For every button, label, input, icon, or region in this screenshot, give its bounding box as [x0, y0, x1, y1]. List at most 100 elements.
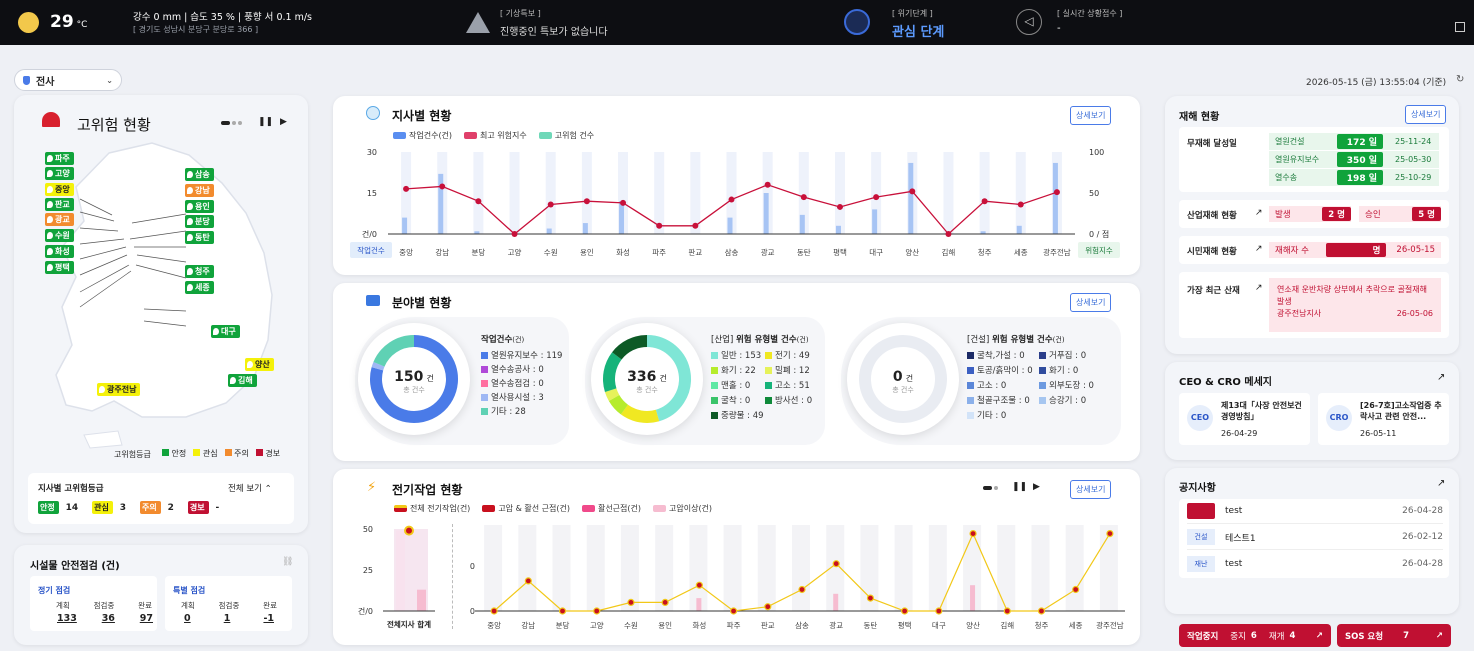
y-tick-left: 50	[363, 525, 373, 534]
refresh-icon[interactable]: ↻	[1456, 74, 1464, 85]
legend-item: 고소 : 0	[967, 379, 1039, 394]
shield-icon	[23, 75, 30, 85]
external-link-icon[interactable]	[1455, 22, 1465, 32]
bar-삼송	[727, 217, 733, 234]
map-marker-대구[interactable]: 대구	[211, 325, 240, 338]
work-stop-button[interactable]: 작업중지 중지 6 재개 4 ↗	[1179, 624, 1331, 647]
map-marker-수원[interactable]: 수원	[45, 229, 74, 242]
pager-dots[interactable]	[983, 486, 998, 490]
notice-item[interactable]: 건설 테스트1 26-02-12	[1187, 525, 1443, 550]
electric-point-광교	[832, 560, 840, 568]
bar-background	[581, 152, 592, 234]
map-marker-동탄[interactable]: 동탄	[185, 231, 214, 244]
bar-background	[620, 525, 639, 611]
branch-detail-button[interactable]: 상세보기	[1070, 106, 1112, 125]
map-marker-광교[interactable]: 광교	[45, 213, 74, 226]
bar-background	[654, 152, 665, 234]
x-tick: 대구	[932, 621, 946, 630]
map-marker-고양[interactable]: 고양	[45, 167, 74, 180]
map-marker-광주전남[interactable]: 광주전남	[97, 383, 141, 396]
electric-title: 전기작업 현황	[392, 483, 463, 497]
x-tick: 수원	[624, 621, 638, 630]
legend-item: 외부도장 : 0	[1039, 379, 1117, 394]
legend-item: 방사선 : 0	[765, 394, 821, 409]
risk-point-고양	[511, 231, 518, 237]
bar-용인	[582, 223, 588, 234]
speaker-icon[interactable]: ◁	[1016, 9, 1042, 35]
risk-point-중앙	[403, 185, 410, 192]
external-link-icon[interactable]: ↗	[1255, 208, 1263, 218]
risk-point-삼송	[728, 196, 735, 203]
pager-dots[interactable]	[221, 121, 242, 125]
map-marker-파주[interactable]: 파주	[45, 152, 74, 165]
ceo-title: CEO & CRO 메세지	[1179, 377, 1272, 388]
donut-3-title: [건설] 위험 유형별 건수(건)	[967, 335, 1065, 345]
legend-item: 토공/흙막이 : 0	[967, 364, 1039, 379]
bar-양산	[908, 162, 914, 234]
map-marker-양산[interactable]: 양산	[245, 358, 274, 371]
zero-accident-row: 열원유지보수 350 일 25-05-30	[1269, 151, 1439, 168]
electric-branch-chart: 0 0 중앙 강남 분당 고양 수원 용인 화성 파주 판교 삼송 광교 동탄 평택 대구 양산 김해 청주 세종 광주…	[470, 525, 1125, 630]
legend-item: 화기 : 22	[711, 364, 765, 379]
x-tick: 파주	[652, 248, 666, 257]
legend-item: 밀폐 : 12	[765, 364, 821, 379]
field-detail-button[interactable]: 상세보기	[1070, 293, 1112, 312]
electric-point-양산	[969, 530, 977, 538]
disaster-detail-button[interactable]: 상세보기	[1405, 105, 1447, 124]
map-marker-삼송[interactable]: 삼송	[185, 168, 214, 181]
external-link-icon[interactable]: ↗	[1255, 244, 1263, 254]
link-icon[interactable]: ⛓	[282, 557, 293, 567]
map-marker-강남[interactable]: 강남	[185, 184, 214, 197]
play-icon[interactable]: ▶	[280, 117, 287, 127]
bar-background	[1031, 525, 1050, 611]
donut-1-center: 150 건총 건수	[394, 369, 434, 394]
cro-message[interactable]: CRO [26-7호]고소작업중 추락사고 관련 안전... 26-05-11	[1318, 393, 1449, 445]
electric-point-수원	[627, 598, 635, 607]
pause-icon[interactable]: ❚❚	[258, 117, 273, 127]
risk-point-김해	[945, 231, 952, 237]
risk-point-세종	[1017, 201, 1024, 208]
pause-icon[interactable]: ❚❚	[1012, 482, 1027, 492]
map-marker-세종[interactable]: 세종	[185, 281, 214, 294]
map-marker-판교[interactable]: 판교	[45, 198, 74, 211]
map-marker-청주[interactable]: 청주	[185, 265, 214, 278]
x-tick: 용인	[658, 620, 672, 630]
notice-item[interactable]: test 26-04-28	[1187, 499, 1443, 524]
x-tick: 광교	[829, 620, 843, 630]
bar-background	[1099, 525, 1118, 611]
external-link-icon[interactable]: ↗	[1437, 478, 1445, 489]
external-link-icon[interactable]: ↗	[1437, 372, 1445, 383]
legend-item: 열수송점검 : 0	[481, 377, 566, 391]
x-tick: 수원	[544, 248, 558, 257]
grade-toggle[interactable]: 전체 보기 ⌃	[228, 482, 272, 494]
donut-3-center: 0 건총 건수	[892, 369, 914, 394]
branch-selector[interactable]: 전사 ⌄	[14, 69, 122, 91]
y-tick-left: 30	[367, 148, 377, 157]
temperature: 29 °C	[50, 12, 88, 32]
map-marker-화성[interactable]: 화성	[45, 245, 74, 258]
bar-background	[484, 525, 503, 611]
warning-icon	[466, 12, 490, 33]
bar-background	[586, 525, 605, 611]
x-tick: 분당	[471, 247, 485, 257]
play-icon[interactable]: ▶	[1033, 482, 1040, 492]
map-marker-용인[interactable]: 용인	[185, 200, 214, 213]
electric-legend: 전체 전기작업(건) 고압 & 활선 근접(건) 활선근접(건) 고압이상(건)	[394, 503, 712, 514]
map-marker-분당[interactable]: 분당	[185, 215, 214, 228]
x-tick: 용인	[580, 247, 594, 257]
ceo-message[interactable]: CEO 제13대「사장 안전보건 경영방침」 26-04-29	[1179, 393, 1310, 445]
bar-background	[655, 525, 674, 611]
total-bar	[396, 530, 405, 611]
map-marker-중앙[interactable]: 중앙	[45, 183, 74, 196]
x-tick: 파주	[727, 621, 741, 630]
electric-detail-button[interactable]: 상세보기	[1070, 480, 1112, 499]
field-title: 분야별 현황	[392, 296, 452, 310]
map-marker-평택[interactable]: 평택	[45, 261, 74, 274]
sos-button[interactable]: SOS 요청 7 ↗	[1337, 624, 1451, 647]
donut-slice	[620, 404, 660, 423]
bar-background	[509, 152, 520, 234]
external-link-icon[interactable]: ↗	[1255, 283, 1263, 293]
total-point	[404, 525, 414, 536]
map-marker-김해[interactable]: 김해	[228, 374, 257, 387]
notice-item[interactable]: 재난 test 26-04-28	[1187, 551, 1443, 576]
